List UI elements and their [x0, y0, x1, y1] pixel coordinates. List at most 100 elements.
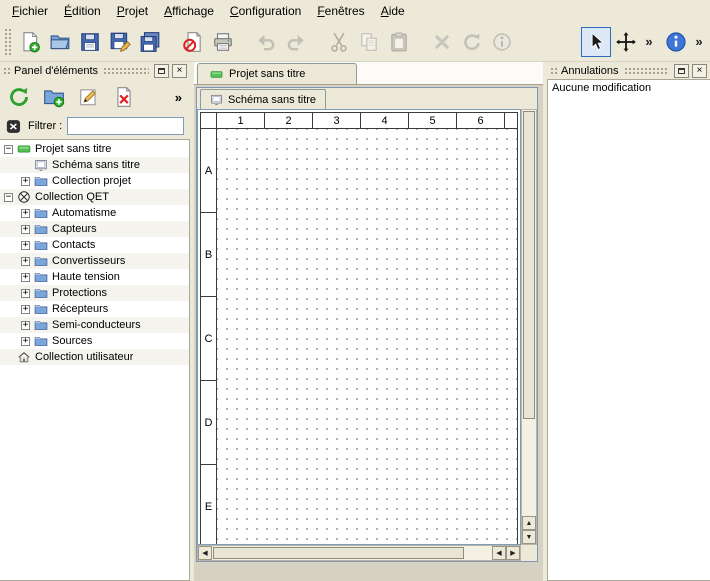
float-panel-button[interactable] [674, 64, 689, 78]
tree-expander[interactable]: + [21, 257, 30, 266]
tree-item-contacts[interactable]: +Contacts [0, 237, 189, 253]
ruler-column: 3 [313, 113, 361, 128]
tree-expander[interactable]: + [21, 273, 30, 282]
left-arrow-icon: ◀ [496, 550, 501, 557]
ruler-row: A [201, 129, 216, 213]
clear-filter-icon[interactable] [6, 118, 23, 135]
schema-paper[interactable] [217, 129, 517, 545]
tree-expander[interactable]: − [4, 145, 13, 154]
tab-schema-sans-titre[interactable]: Schéma sans titre [200, 89, 326, 109]
tree-item-semi-conducteurs[interactable]: +Semi-conducteurs [0, 317, 189, 333]
tree-item-convertisseurs[interactable]: +Convertisseurs [0, 253, 189, 269]
menu-configuration[interactable]: Configuration [222, 2, 309, 20]
tree-item-capteurs[interactable]: +Capteurs [0, 221, 189, 237]
about-button[interactable] [661, 27, 691, 57]
tree-expander[interactable]: + [21, 289, 30, 298]
tree-item-automatisme[interactable]: +Automatisme [0, 205, 189, 221]
tree-item-sources[interactable]: +Sources [0, 333, 189, 349]
menu-affichage[interactable]: Affichage [156, 2, 222, 20]
tree-expander[interactable]: + [21, 225, 30, 234]
toolbar-overflow-button[interactable]: » [641, 27, 657, 57]
tree-item-schema-sans-titre[interactable]: Schéma sans titre [0, 157, 189, 173]
ruler-row: D [201, 381, 216, 465]
elements-panel-titlebar[interactable]: Panel d'éléments × [0, 62, 190, 79]
folder-icon [34, 206, 48, 220]
save-all-button[interactable] [135, 27, 165, 57]
tree-item-collection-utilisateur[interactable]: Collection utilisateur [0, 349, 189, 365]
menu-fichier[interactable]: Fichier [4, 2, 56, 20]
filter-input[interactable] [67, 117, 184, 135]
elements-tree: −Projet sans titreSchéma sans titre+Coll… [0, 139, 190, 581]
tree-expander[interactable]: + [21, 177, 30, 186]
open-file-icon [49, 31, 71, 53]
tree-item-protections[interactable]: +Protections [0, 285, 189, 301]
tree-item-projet-sans-titre[interactable]: −Projet sans titre [0, 141, 189, 157]
menu-projet[interactable]: Projet [109, 2, 156, 20]
float-icon [678, 68, 685, 74]
save-as-button[interactable] [105, 27, 135, 57]
vertical-scroll-thumb[interactable] [523, 111, 535, 419]
tree-item-collection-projet[interactable]: +Collection projet [0, 173, 189, 189]
delete-element-button[interactable] [109, 82, 139, 112]
tree-item-recepteurs[interactable]: + Récepteurs [0, 301, 189, 317]
row-ruler: ABCDE [201, 129, 217, 545]
horizontal-scrollbar[interactable]: ◀ ◀ ▶ [197, 545, 521, 561]
panel-toolbar-overflow-button[interactable]: » [171, 88, 186, 107]
tree-expander[interactable]: + [21, 321, 30, 330]
scroll-left-button[interactable]: ◀ [198, 546, 212, 560]
scroll-down-button[interactable]: ▼ [522, 530, 536, 544]
dock-grip[interactable] [103, 67, 149, 75]
menu-fenetres[interactable]: Fenêtres [309, 2, 372, 20]
dock-grip[interactable] [624, 67, 670, 75]
scroll-right-button[interactable]: ▶ [506, 546, 520, 560]
left-arrow-icon: ◀ [202, 550, 207, 557]
menu-aide[interactable]: Aide [373, 2, 413, 20]
new-element-icon [43, 86, 65, 108]
new-element-button[interactable] [39, 82, 69, 112]
scroll-left-button-2[interactable]: ◀ [492, 546, 506, 560]
open-file-button[interactable] [45, 27, 75, 57]
horizontal-scroll-track[interactable] [465, 546, 492, 560]
close-file-button[interactable] [178, 27, 208, 57]
down-arrow-icon: ▼ [526, 534, 533, 541]
menu-edition[interactable]: Édition [56, 2, 109, 20]
tree-expander[interactable]: + [21, 305, 30, 314]
scroll-up-button[interactable]: ▲ [522, 516, 536, 530]
dock-grip[interactable] [3, 67, 11, 75]
column-ruler: 123456 [201, 113, 517, 129]
close-panel-button[interactable]: × [172, 64, 187, 78]
toolbar-grip[interactable] [4, 28, 11, 56]
tree-expander[interactable]: − [4, 193, 13, 202]
save-button[interactable] [75, 27, 105, 57]
tree-expander[interactable]: + [21, 337, 30, 346]
tree-expander[interactable]: + [21, 209, 30, 218]
undo-icon [255, 31, 277, 53]
tree-expander[interactable]: + [21, 241, 30, 250]
new-file-button[interactable] [15, 27, 45, 57]
elements-panel-toolbar: » [0, 79, 190, 114]
dock-grip[interactable] [550, 67, 558, 75]
move-mode-button[interactable] [611, 27, 641, 57]
elements-panel: Panel d'éléments × » Filtrer : −Projet s… [0, 62, 190, 581]
vertical-scroll-track[interactable] [522, 420, 536, 516]
tree-item-collection-qet[interactable]: −Collection QET [0, 189, 189, 205]
undo-panel-titlebar[interactable]: Annulations × [547, 62, 710, 79]
print-button[interactable] [208, 27, 238, 57]
select-mode-button[interactable] [581, 27, 611, 57]
tree-item-haute-tension[interactable]: +Haute tension [0, 269, 189, 285]
reload-button[interactable] [4, 82, 34, 112]
vertical-scrollbar[interactable]: ▲ ▼ [521, 109, 537, 545]
toolbar-overflow-button[interactable]: » [691, 27, 707, 57]
right-arrow-icon: ▶ [510, 550, 515, 557]
tree-item-label: Récepteurs [52, 303, 108, 315]
undo-history-list[interactable]: Aucune modification [547, 79, 710, 581]
ruler-column: 4 [361, 113, 409, 128]
schema-viewport[interactable]: 123456 ABCDE [197, 109, 521, 545]
float-panel-button[interactable] [154, 64, 169, 78]
ruler-column: 5 [409, 113, 457, 128]
horizontal-scroll-thumb[interactable] [213, 547, 464, 559]
tab-projet-sans-titre[interactable]: Projet sans titre [197, 63, 357, 84]
close-panel-button[interactable]: × [692, 64, 707, 78]
paste-icon [388, 31, 410, 53]
edit-element-button[interactable] [74, 82, 104, 112]
